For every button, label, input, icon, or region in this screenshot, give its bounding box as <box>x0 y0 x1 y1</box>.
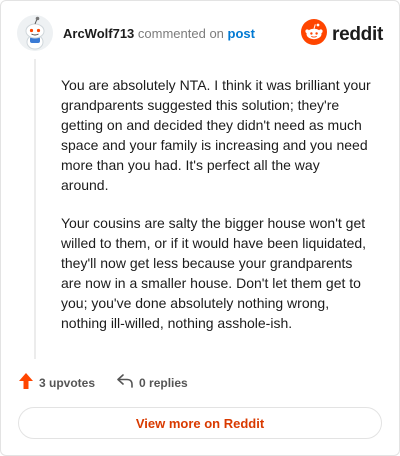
post-link[interactable]: post <box>228 26 255 41</box>
comment-header: ArcWolf713 commented on post reddit <box>17 15 383 55</box>
upvote-arrow-icon <box>19 373 39 392</box>
reddit-wordmark: reddit <box>332 23 383 45</box>
reply-count: 0 replies <box>139 375 188 390</box>
reply-button[interactable]: 0 replies <box>117 374 188 391</box>
reply-arrow-icon <box>117 374 139 391</box>
comment-meta: ArcWolf713 commented on post <box>63 26 255 42</box>
comment-actions: 3 upvotes 0 replies <box>19 373 210 392</box>
reddit-brand[interactable]: reddit <box>301 19 383 50</box>
comment-paragraph: You are absolutely NTA. I think it was b… <box>61 77 371 193</box>
comment-embed-card: ArcWolf713 commented on post reddit You … <box>0 0 400 456</box>
commented-on-text: commented on <box>137 26 224 41</box>
username-link[interactable]: ArcWolf713 <box>63 26 134 41</box>
thread-line <box>34 59 36 359</box>
upvote-count: 3 upvotes <box>39 375 96 390</box>
snoo-avatar-icon[interactable] <box>17 15 53 51</box>
view-more-on-reddit-button[interactable]: View more on Reddit <box>18 407 382 439</box>
comment-paragraph: Your cousins are salty the bigger house … <box>61 215 367 331</box>
reddit-logo-icon <box>301 19 328 50</box>
upvote-button[interactable]: 3 upvotes <box>19 373 95 392</box>
comment-body: You are absolutely NTA. I think it was b… <box>61 75 371 351</box>
